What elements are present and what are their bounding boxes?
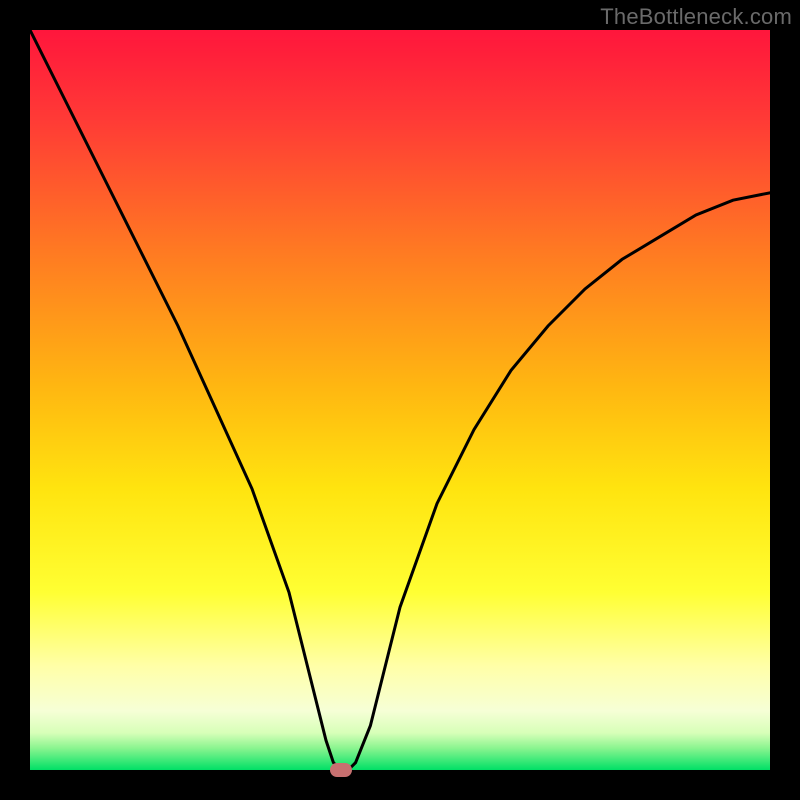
watermark-text: TheBottleneck.com [600, 4, 792, 30]
chart-frame [30, 30, 770, 770]
optimal-marker [330, 763, 352, 777]
bottleneck-curve [30, 30, 770, 770]
